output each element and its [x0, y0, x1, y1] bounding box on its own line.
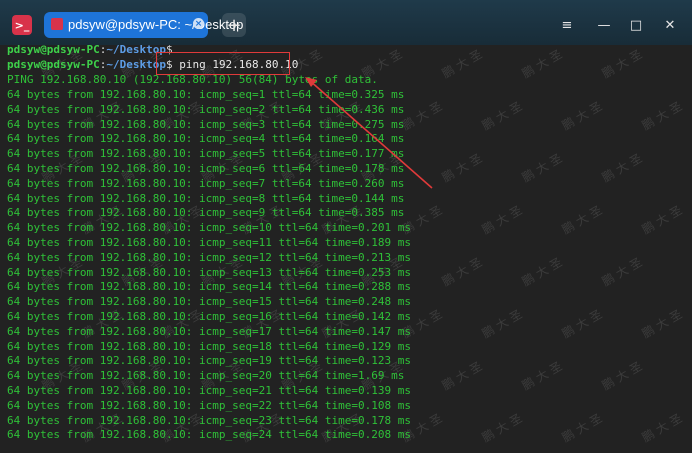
watermark-mark: 鹏 大 圣	[639, 98, 685, 133]
reply-line: 64 bytes from 192.168.80.10: icmp_seq=13…	[7, 265, 411, 279]
reply-line: 64 bytes from 192.168.80.10: icmp_seq=3 …	[7, 117, 405, 131]
reply-line: 64 bytes from 192.168.80.10: icmp_seq=10…	[7, 221, 411, 235]
reply-line: 64 bytes from 192.168.80.10: icmp_seq=5 …	[7, 147, 405, 161]
title-bar: >_ pdsyw@pdsyw-PC: ~/Desktop × + ≡ — □ ✕	[0, 0, 692, 45]
watermark-mark: 鹏 大 圣	[559, 306, 605, 341]
tab-label: pdsyw@pdsyw-PC: ~/Desktop	[68, 17, 244, 32]
watermark-mark: 鹏 大 圣	[439, 150, 485, 185]
watermark-mark: 鹏 大 圣	[519, 46, 565, 81]
watermark-mark: 鹏 大 圣	[479, 202, 525, 237]
reply-line: 64 bytes from 192.168.80.10: icmp_seq=20…	[7, 369, 405, 383]
prompt-user: pdsyw@pdsyw-PC	[7, 45, 100, 56]
reply-line: 64 bytes from 192.168.80.10: icmp_seq=15…	[7, 295, 411, 309]
reply-line: 64 bytes from 192.168.80.10: icmp_seq=23…	[7, 413, 411, 427]
watermark-mark: 鹏 大 圣	[599, 254, 645, 289]
watermark-mark: 鹏 大 圣	[479, 410, 525, 445]
prompt-user: pdsyw@pdsyw-PC	[7, 58, 100, 71]
reply-line: 64 bytes from 192.168.80.10: icmp_seq=17…	[7, 324, 411, 338]
reply-line: 64 bytes from 192.168.80.10: icmp_seq=9 …	[7, 206, 405, 220]
watermark-mark: 鹏 大 圣	[599, 46, 645, 81]
tab-terminal-icon	[51, 18, 63, 30]
watermark-mark: 鹏 大 圣	[439, 358, 485, 393]
reply-line: 64 bytes from 192.168.80.10: icmp_seq=11…	[7, 236, 411, 249]
watermark-mark: 鹏 大 圣	[639, 306, 685, 341]
tab-close-icon[interactable]: ×	[193, 18, 204, 29]
terminal-icon[interactable]: >_	[12, 15, 32, 35]
minimize-icon[interactable]: —	[594, 15, 614, 35]
reply-line: 64 bytes from 192.168.80.10: icmp_seq=6 …	[7, 162, 405, 175]
reply-line: 64 bytes from 192.168.80.10: icmp_seq=1 …	[7, 88, 405, 101]
reply-line: 64 bytes from 192.168.80.10: icmp_seq=19…	[7, 354, 411, 368]
reply-line: 64 bytes from 192.168.80.10: icmp_seq=4 …	[7, 132, 405, 146]
reply-line: 64 bytes from 192.168.80.10: icmp_seq=24…	[7, 428, 411, 442]
reply-line: 64 bytes from 192.168.80.10: icmp_seq=18…	[7, 339, 411, 353]
watermark-mark: 鹏 大 圣	[519, 358, 565, 393]
reply-line: 64 bytes from 192.168.80.10: icmp_seq=2 …	[7, 102, 405, 116]
watermark-mark: 鹏 大 圣	[599, 358, 645, 393]
watermark-mark: 鹏 大 圣	[559, 410, 605, 445]
ping-header: PING 192.168.80.10 (192.168.80.10) 56(84…	[7, 73, 378, 86]
reply-line: 64 bytes from 192.168.80.10: icmp_seq=8 …	[7, 191, 405, 205]
maximize-icon[interactable]: □	[626, 15, 646, 35]
watermark-mark: 鹏 大 圣	[399, 98, 445, 133]
reply-line: 64 bytes from 192.168.80.10: icmp_seq=7 …	[7, 176, 405, 190]
reply-line: 64 bytes from 192.168.80.10: icmp_seq=22…	[7, 398, 411, 412]
terminal-output[interactable]: 鹏 大 圣鹏 大 圣鹏 大 圣鹏 大 圣鹏 大 圣鹏 大 圣鹏 大 圣鹏 大 圣…	[0, 45, 692, 453]
watermark-mark: 鹏 大 圣	[519, 150, 565, 185]
reply-line: 64 bytes from 192.168.80.10: icmp_seq=21…	[7, 384, 411, 397]
tab-desktop[interactable]: pdsyw@pdsyw-PC: ~/Desktop ×	[44, 12, 243, 38]
watermark-mark: 鹏 大 圣	[559, 202, 605, 237]
reply-line: 64 bytes from 192.168.80.10: icmp_seq=14…	[7, 280, 411, 294]
watermark-mark: 鹏 大 圣	[559, 98, 605, 133]
annotation-box	[156, 52, 290, 75]
watermark-mark: 鹏 大 圣	[639, 202, 685, 237]
prompt-line: pdsyw@pdsyw-PC:~/Desktop$	[7, 45, 173, 57]
watermark-mark: 鹏 大 圣	[479, 98, 525, 133]
reply-line: 64 bytes from 192.168.80.10: icmp_seq=16…	[7, 310, 411, 323]
watermark-mark: 鹏 大 圣	[439, 46, 485, 81]
menu-icon[interactable]: ≡	[557, 15, 577, 35]
watermark-mark: 鹏 大 圣	[519, 254, 565, 289]
watermark-mark: 鹏 大 圣	[439, 254, 485, 289]
new-tab-button[interactable]: +	[222, 13, 246, 37]
watermark-mark: 鹏 大 圣	[479, 306, 525, 341]
watermark-mark: 鹏 大 圣	[639, 410, 685, 445]
close-icon[interactable]: ✕	[660, 15, 680, 35]
reply-line: 64 bytes from 192.168.80.10: icmp_seq=12…	[7, 250, 411, 264]
watermark-mark: 鹏 大 圣	[599, 150, 645, 185]
